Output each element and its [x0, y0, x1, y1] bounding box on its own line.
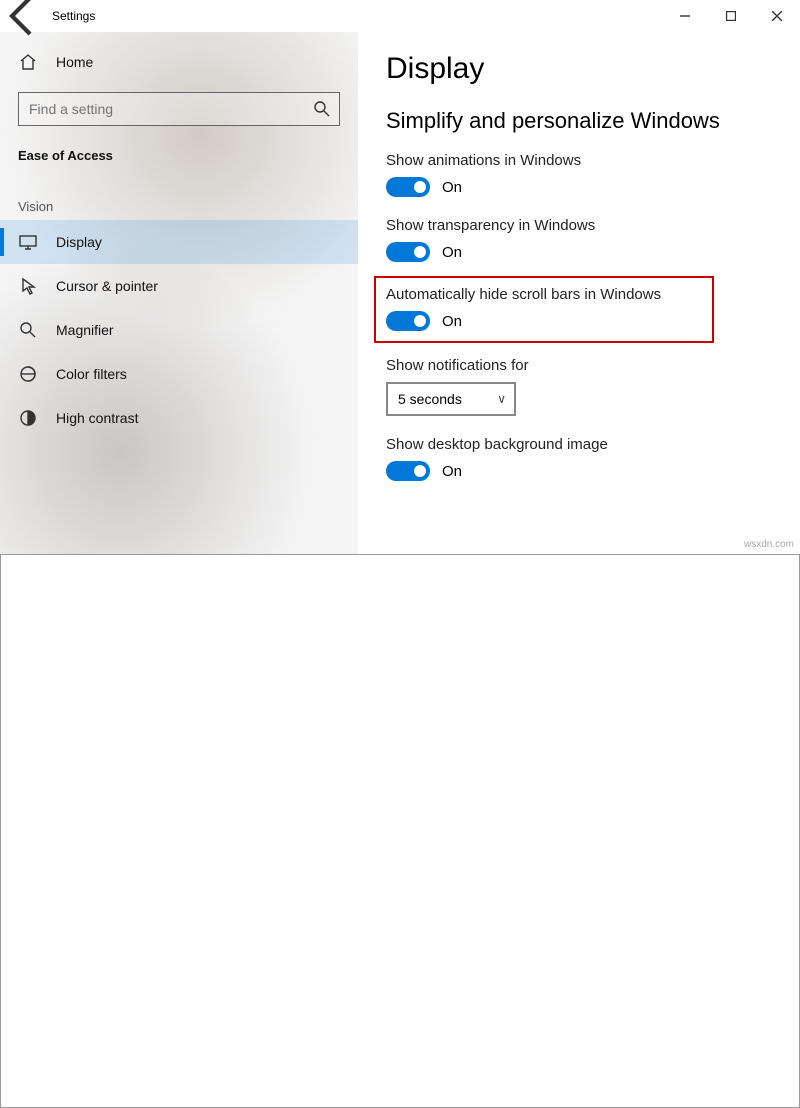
sidebar-item-label: Magnifier: [56, 322, 114, 338]
home-label: Home: [56, 54, 93, 70]
sidebar-item-label: Color filters: [56, 366, 127, 382]
select-value: 5 seconds: [398, 391, 462, 407]
magnifier-icon: [18, 320, 38, 340]
setting-notifications-duration: Show notifications for 5 seconds ∨: [386, 357, 772, 416]
section-heading: Simplify and personalize Windows: [386, 108, 772, 134]
colorfilters-icon: [18, 364, 38, 384]
toggle-show-transparency[interactable]: [386, 242, 430, 262]
setting-label: Automatically hide scroll bars in Window…: [386, 286, 700, 303]
toggle-desktop-background[interactable]: [386, 461, 430, 481]
home-icon: [18, 52, 38, 72]
display-icon: [18, 232, 38, 252]
window-title: Settings: [52, 9, 95, 23]
search-box[interactable]: [18, 92, 340, 126]
search-input[interactable]: [29, 101, 313, 117]
maximize-button[interactable]: [708, 0, 754, 32]
sidebar-section: Ease of Access: [0, 138, 358, 171]
notifications-select[interactable]: 5 seconds ∨: [386, 382, 516, 416]
content-pane: Display Simplify and personalize Windows…: [358, 32, 800, 554]
sidebar: Home Ease of Access Vision Display Curso…: [0, 32, 358, 554]
search-icon: [313, 100, 331, 118]
sidebar-item-cursor[interactable]: Cursor & pointer: [0, 264, 358, 308]
sidebar-item-label: High contrast: [56, 410, 138, 426]
home-nav[interactable]: Home: [0, 40, 358, 84]
page-title: Display: [386, 52, 772, 86]
sidebar-item-colorfilters[interactable]: Color filters: [0, 352, 358, 396]
sidebar-group-vision: Vision: [0, 171, 358, 220]
setting-label: Show desktop background image: [386, 436, 772, 453]
sidebar-item-label: Cursor & pointer: [56, 278, 158, 294]
setting-label: Show animations in Windows: [386, 152, 772, 169]
sidebar-item-magnifier[interactable]: Magnifier: [0, 308, 358, 352]
toggle-state: On: [442, 244, 462, 261]
sidebar-item-highcontrast[interactable]: High contrast: [0, 396, 358, 440]
setting-show-animations: Show animations in Windows On: [386, 152, 772, 197]
back-button[interactable]: [0, 0, 48, 32]
toggle-state: On: [442, 179, 462, 196]
close-button[interactable]: [754, 0, 800, 32]
setting-show-transparency: Show transparency in Windows On: [386, 217, 772, 262]
chevron-down-icon: ∨: [497, 392, 506, 406]
cursor-icon: [18, 276, 38, 296]
toggle-hide-scrollbars[interactable]: [386, 311, 430, 331]
minimize-button[interactable]: [662, 0, 708, 32]
highcontrast-icon: [18, 408, 38, 428]
setting-desktop-background: Show desktop background image On: [386, 436, 772, 481]
sidebar-item-label: Display: [56, 234, 102, 250]
toggle-state: On: [442, 313, 462, 330]
sidebar-item-display[interactable]: Display: [0, 220, 358, 264]
setting-label: Show transparency in Windows: [386, 217, 772, 234]
highlighted-setting: Automatically hide scroll bars in Window…: [374, 276, 714, 343]
toggle-show-animations[interactable]: [386, 177, 430, 197]
watermark: wsxdn.com: [744, 539, 794, 550]
toggle-state: On: [442, 463, 462, 480]
setting-label: Show notifications for: [386, 357, 772, 374]
